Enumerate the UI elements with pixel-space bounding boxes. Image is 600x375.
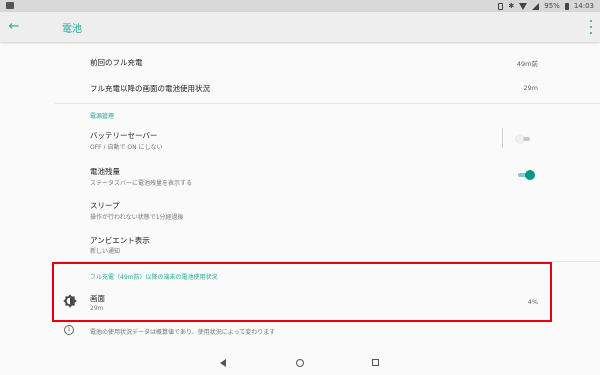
screen-usage-since-charge-value: 29m bbox=[523, 84, 538, 92]
sleep-item[interactable]: スリープ 操作が行われない状態で1分経過後 bbox=[0, 194, 600, 224]
navigation-bar bbox=[0, 352, 600, 375]
status-icons: ✱ 95% 14:03 bbox=[498, 0, 594, 12]
info-icon: i bbox=[64, 325, 74, 335]
arrow-left-icon[interactable]: ← bbox=[6, 19, 22, 35]
last-full-charge-row: 前回のフル充電 49m前 bbox=[0, 48, 600, 72]
screen-usage-since-charge-row: フル充電以降の画面の電池使用状況 29m bbox=[0, 74, 600, 98]
screen-usage-since-charge-label: フル充電以降の画面の電池使用状況 bbox=[90, 84, 210, 93]
bluetooth-icon: ✱ bbox=[508, 2, 515, 10]
usage-disclaimer: 電池の使用状況データは概算値であり、使用状況によって変わります bbox=[90, 329, 276, 336]
ambient-display-label: アンビエント表示 bbox=[90, 236, 150, 245]
clock: 14:03 bbox=[573, 2, 594, 10]
signal-icon bbox=[532, 2, 540, 10]
battery-saver-toggle[interactable] bbox=[516, 135, 530, 143]
divider bbox=[55, 103, 600, 104]
last-full-charge-value: 49m前 bbox=[516, 60, 538, 68]
status-bar: ✱ 95% 14:03 bbox=[0, 0, 600, 12]
highlight-box bbox=[52, 262, 552, 322]
wifi-icon bbox=[519, 2, 528, 10]
nav-back-icon[interactable] bbox=[220, 359, 226, 367]
battery-saver-label: バッテリーセーバー bbox=[90, 131, 158, 140]
battery-percent: 95% bbox=[544, 2, 560, 10]
last-full-charge-label: 前回のフル充電 bbox=[90, 58, 143, 67]
battery-saver-item[interactable]: バッテリーセーバー OFF / 自動で ON にしない bbox=[0, 124, 600, 154]
app-bar: ← 電池 bbox=[0, 12, 600, 42]
battery-percentage-item[interactable]: 電池残量 ステータスバーに電池残量を表示する bbox=[0, 160, 600, 190]
battery-percentage-label: 電池残量 bbox=[90, 167, 120, 176]
nav-recents-icon[interactable] bbox=[372, 359, 379, 366]
image-notification-icon bbox=[6, 2, 14, 9]
battery-percentage-toggle[interactable] bbox=[517, 170, 535, 180]
ambient-display-sub: 新しい通知 bbox=[90, 248, 121, 255]
sleep-sub: 操作が行われない状態で1分経過後 bbox=[90, 214, 184, 221]
divider-vertical bbox=[502, 128, 503, 148]
battery-percentage-sub: ステータスバーに電池残量を表示する bbox=[90, 180, 193, 187]
vibrate-icon bbox=[498, 2, 504, 10]
power-management-header: 電源管理 bbox=[90, 113, 115, 120]
page-title: 電池 bbox=[62, 24, 82, 35]
sleep-label: スリープ bbox=[90, 201, 120, 210]
nav-home-icon[interactable] bbox=[296, 359, 304, 367]
more-vert-icon[interactable] bbox=[588, 20, 594, 34]
battery-icon bbox=[564, 2, 569, 10]
battery-saver-sub: OFF / 自動で ON にしない bbox=[90, 144, 163, 151]
ambient-display-item[interactable]: アンビエント表示 新しい通知 bbox=[0, 229, 600, 259]
